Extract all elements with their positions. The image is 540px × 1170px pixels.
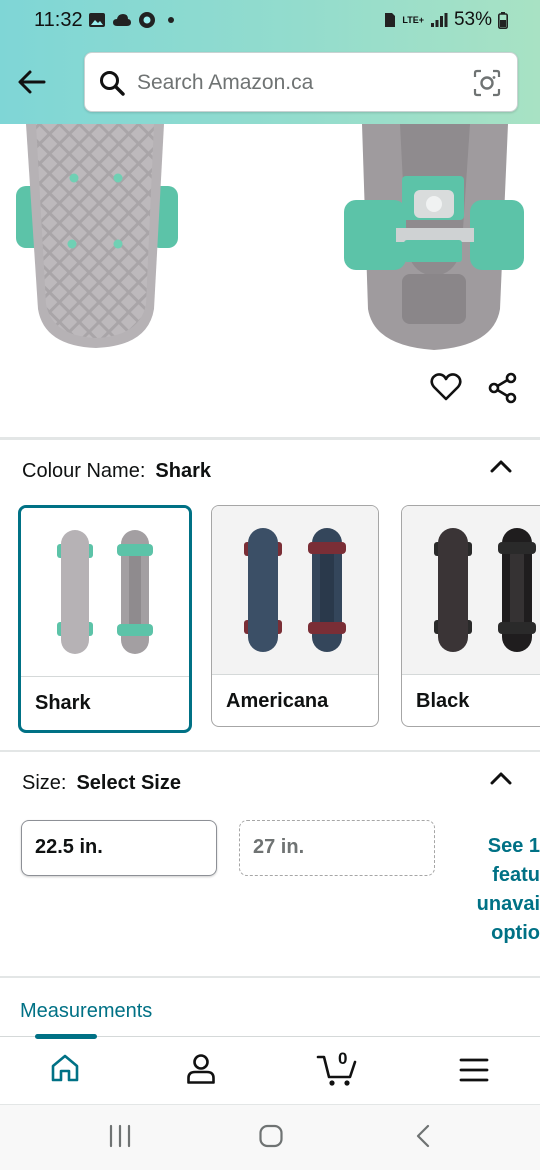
search-icon[interactable] bbox=[99, 70, 125, 96]
section-divider bbox=[0, 976, 540, 978]
system-status-icons: LTE+ 53% bbox=[384, 9, 508, 31]
search-input[interactable] bbox=[137, 65, 457, 101]
see-unavailable-options-link[interactable]: See 1 featu unavai optio bbox=[468, 832, 540, 948]
cart-button[interactable]: 0 bbox=[316, 1049, 358, 1087]
see-unavailable-line: optio bbox=[491, 922, 540, 944]
size-option-22-5-in[interactable]: 22.5 in. bbox=[21, 820, 217, 876]
battery-icon bbox=[498, 11, 508, 29]
colour-selected-value: Shark bbox=[155, 460, 211, 482]
see-unavailable-line: unavai bbox=[476, 893, 540, 915]
swatch-label-americana: Americana bbox=[226, 690, 329, 712]
recent-apps-icon[interactable] bbox=[106, 1123, 134, 1149]
more-notifications-icon bbox=[168, 17, 174, 23]
notification-icons bbox=[88, 11, 174, 29]
see-unavailable-line: See 1 bbox=[487, 835, 540, 857]
back-arrow-icon[interactable] bbox=[14, 64, 50, 100]
gallery-icon bbox=[89, 13, 105, 27]
camera-scan-icon[interactable] bbox=[473, 69, 501, 97]
status-bar: 11:32 LTE+ 53% bbox=[0, 0, 540, 44]
network-type: LTE+ bbox=[402, 15, 424, 25]
measurements-link[interactable]: Measurements bbox=[20, 1000, 152, 1023]
menu-icon[interactable] bbox=[459, 1057, 489, 1083]
header-area: 11:32 LTE+ 53% bbox=[0, 0, 540, 124]
colour-swatch-black[interactable]: Black bbox=[401, 505, 540, 727]
status-time: 11:32 bbox=[34, 9, 83, 31]
cloud-icon bbox=[113, 14, 131, 26]
section-divider bbox=[0, 750, 540, 752]
sim-icon bbox=[385, 13, 396, 27]
home-icon[interactable] bbox=[50, 1053, 80, 1083]
account-icon[interactable] bbox=[186, 1053, 216, 1085]
share-icon[interactable] bbox=[487, 372, 519, 404]
colour-swatch-row: Shark Americana Black bbox=[18, 505, 540, 735]
chevron-up-icon[interactable] bbox=[488, 456, 514, 476]
size-option-27-in[interactable]: 27 in. bbox=[239, 820, 435, 876]
swatch-label-black: Black bbox=[416, 690, 470, 712]
swatch-image bbox=[212, 506, 378, 674]
colour-swatch-americana[interactable]: Americana bbox=[211, 505, 379, 727]
cart-icon bbox=[316, 1055, 357, 1086]
heart-icon[interactable] bbox=[430, 372, 462, 402]
system-navigation-bar bbox=[0, 1104, 540, 1170]
bottom-navigation: 0 bbox=[0, 1034, 540, 1104]
cart-count: 0 bbox=[338, 1049, 348, 1068]
home-button-icon[interactable] bbox=[257, 1123, 285, 1149]
chrome-icon bbox=[139, 12, 155, 28]
section-divider bbox=[0, 437, 540, 440]
colour-label: Colour Name: bbox=[22, 460, 146, 482]
swatch-divider bbox=[212, 674, 378, 675]
swatch-label-shark: Shark bbox=[35, 692, 91, 714]
size-selected-value: Select Size bbox=[76, 772, 181, 794]
swatch-image bbox=[402, 506, 540, 674]
signal-icon bbox=[430, 13, 448, 27]
swatch-divider bbox=[21, 676, 189, 677]
search-bar[interactable] bbox=[84, 52, 518, 112]
active-tab-indicator bbox=[35, 1034, 97, 1039]
size-header: Size: Select Size bbox=[22, 772, 181, 795]
colour-name-header: Colour Name: Shark bbox=[22, 460, 211, 483]
swatch-divider bbox=[402, 674, 540, 675]
battery-percent: 53% bbox=[453, 9, 492, 30]
back-button-icon[interactable] bbox=[410, 1123, 438, 1149]
see-unavailable-line: featu bbox=[492, 864, 540, 886]
swatch-image bbox=[21, 508, 189, 676]
size-label: Size: bbox=[22, 772, 67, 794]
product-actions bbox=[0, 372, 540, 406]
colour-swatch-shark[interactable]: Shark bbox=[18, 505, 192, 733]
chevron-up-icon[interactable] bbox=[488, 768, 514, 788]
